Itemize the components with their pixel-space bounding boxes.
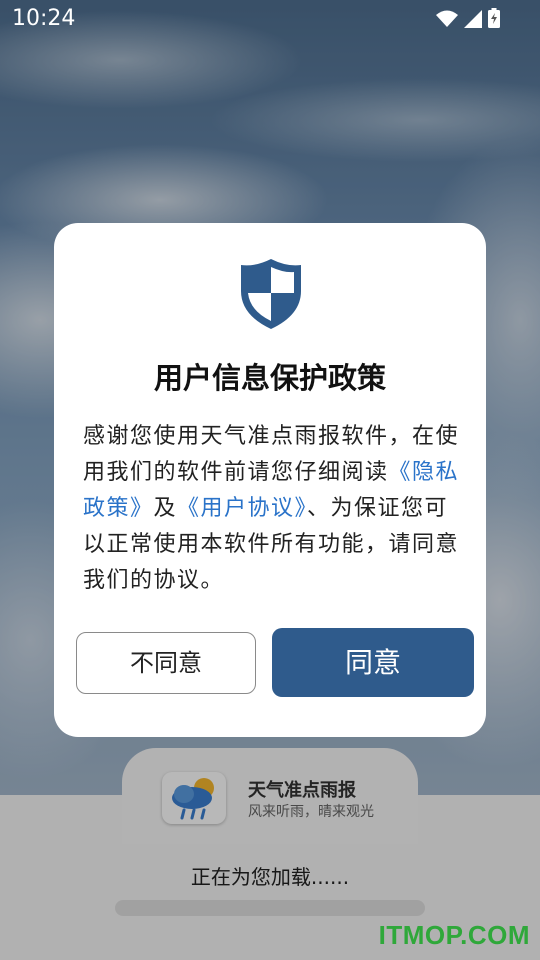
privacy-policy-dialog: 用户信息保护政策 感谢您使用天气准点雨报软件，在使用我们的软件前请您仔细阅读《隐… xyxy=(54,223,486,737)
wifi-icon xyxy=(436,9,458,34)
status-bar: 10:24 xyxy=(0,0,540,38)
status-time: 10:24 xyxy=(12,6,76,31)
dialog-body: 感谢您使用天气准点雨报软件，在使用我们的软件前请您仔细阅读《隐私政策》及《用户协… xyxy=(83,419,463,599)
shield-icon xyxy=(239,257,303,331)
signal-icon xyxy=(464,9,482,34)
disagree-button[interactable]: 不同意 xyxy=(76,632,256,694)
conjunction-text: 及 xyxy=(153,496,178,521)
battery-charging-icon xyxy=(488,8,500,34)
user-agreement-link[interactable]: 《用户协议》 xyxy=(177,496,307,521)
dialog-title: 用户信息保护政策 xyxy=(153,361,386,395)
watermark: ITMOP.COM xyxy=(378,920,530,950)
agree-button[interactable]: 同意 xyxy=(272,628,474,697)
